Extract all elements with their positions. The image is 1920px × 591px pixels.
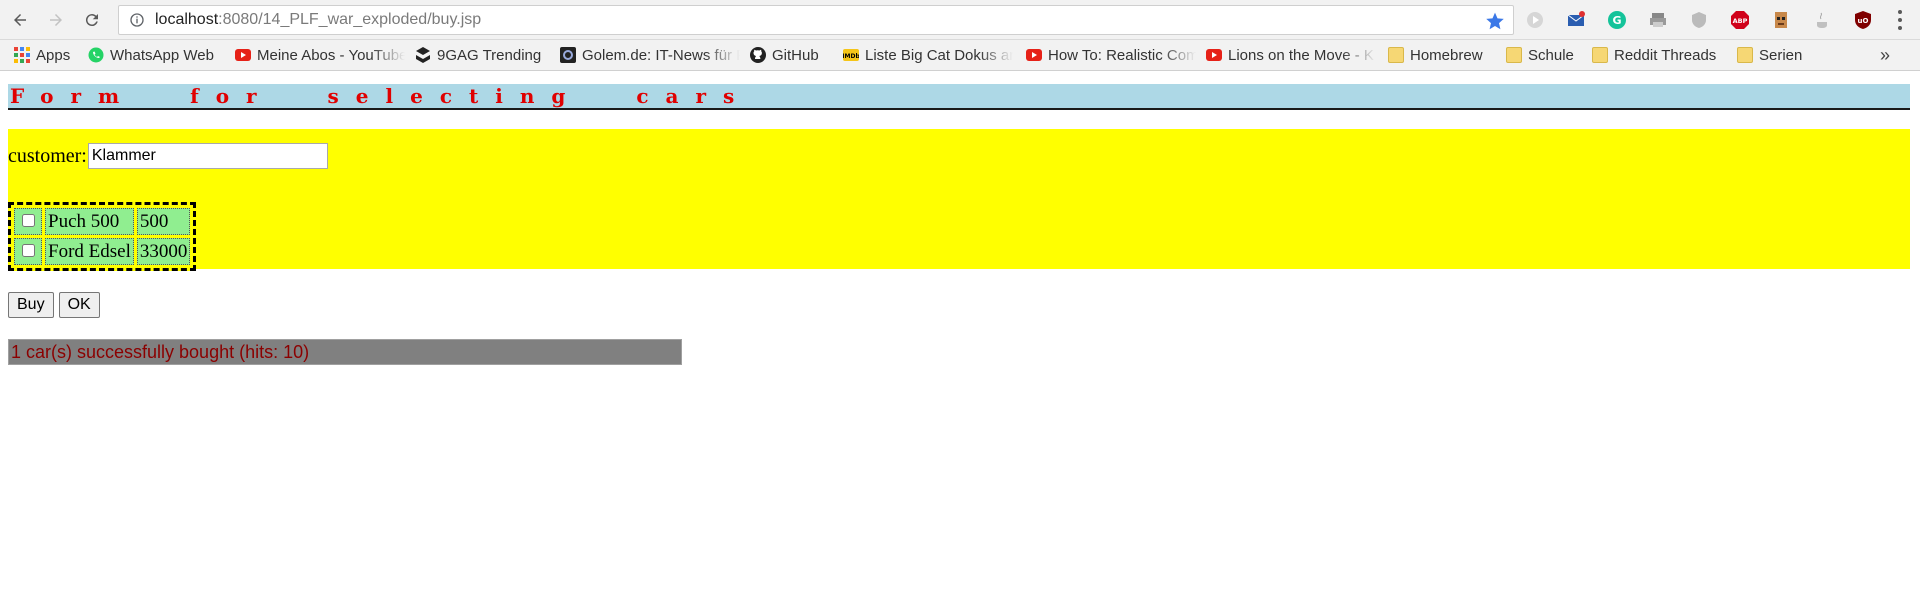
browser-toolbar: localhost:8080/14_PLF_war_exploded/buy.j… bbox=[0, 0, 1920, 40]
youtube-icon bbox=[235, 49, 251, 61]
bookmark-golem[interactable]: Golem.de: IT-News für Profis bbox=[560, 47, 740, 64]
bookmark-lions-on-the-move[interactable]: Lions on the Move - K bbox=[1206, 47, 1376, 64]
car-price-cell: 500 bbox=[136, 208, 191, 235]
car-price-cell: 33000 bbox=[136, 238, 191, 265]
back-button[interactable] bbox=[4, 4, 36, 36]
github-icon bbox=[750, 47, 766, 63]
buy-button[interactable]: Buy bbox=[8, 292, 54, 318]
grammarly-icon[interactable]: G bbox=[1606, 9, 1628, 31]
shield-extension-icon[interactable] bbox=[1688, 9, 1710, 31]
golem-icon bbox=[560, 47, 576, 63]
reload-button[interactable] bbox=[76, 4, 108, 36]
forward-button[interactable] bbox=[40, 4, 72, 36]
apps-grid-icon bbox=[14, 47, 30, 63]
browser-menu-icon[interactable] bbox=[1897, 9, 1903, 30]
printer-extension-icon[interactable] bbox=[1647, 9, 1669, 31]
car-form: customer: Puch 500 500 Ford Edsel 33000 bbox=[8, 129, 1910, 271]
java-extension-icon[interactable] bbox=[1811, 9, 1833, 31]
svg-text:uO: uO bbox=[1858, 17, 1869, 25]
extensions-area: G ABP uO bbox=[1524, 9, 1903, 31]
reload-icon bbox=[85, 13, 98, 26]
svg-text:ABP: ABP bbox=[1733, 17, 1748, 25]
back-arrow-icon bbox=[14, 13, 26, 26]
checkbox-cell bbox=[14, 208, 42, 235]
page-heading: Form for selecting cars bbox=[10, 84, 752, 108]
forward-arrow-icon bbox=[50, 13, 62, 26]
car-checkbox-ford-edsel[interactable] bbox=[21, 243, 35, 257]
svg-text:G: G bbox=[1612, 14, 1621, 27]
url-host: localhost bbox=[155, 10, 219, 28]
svg-text:IMDb: IMDb bbox=[843, 53, 859, 60]
button-row: Buy OK bbox=[8, 292, 105, 318]
character-extension-icon[interactable] bbox=[1770, 9, 1792, 31]
bookmark-whatsapp[interactable]: WhatsApp Web bbox=[88, 47, 225, 64]
bookmark-big-cat-dokus[interactable]: IMDb Liste Big Cat Dokus an bbox=[843, 47, 1013, 64]
address-bar[interactable]: localhost:8080/14_PLF_war_exploded/buy.j… bbox=[118, 4, 1514, 35]
car-name-cell: Puch 500 bbox=[45, 208, 134, 235]
bookmarks-bar: Apps WhatsApp Web Meine Abos - YouTube 9… bbox=[0, 40, 1920, 71]
youtube-icon bbox=[1206, 49, 1222, 61]
bookmark-youtube-abos[interactable]: Meine Abos - YouTube bbox=[235, 47, 405, 64]
folder-icon bbox=[1737, 47, 1753, 63]
bookmark-how-to-realistic[interactable]: How To: Realistic Com bbox=[1026, 47, 1196, 64]
customer-input[interactable] bbox=[87, 143, 328, 169]
car-checkbox-puch-500[interactable] bbox=[21, 213, 35, 227]
car-table: Puch 500 500 Ford Edsel 33000 bbox=[8, 202, 197, 271]
bookmark-folder-serien[interactable]: Serien bbox=[1737, 47, 1809, 64]
url-path: :8080/14_PLF_war_exploded/buy.jsp bbox=[218, 10, 482, 28]
car-name-cell: Ford Edsel bbox=[45, 238, 134, 265]
folder-icon bbox=[1388, 47, 1404, 63]
table-row: Puch 500 500 bbox=[14, 208, 191, 235]
checkbox-cell bbox=[14, 238, 42, 265]
heading-bar: Form for selecting cars bbox=[8, 84, 1910, 110]
adblock-plus-icon[interactable]: ABP bbox=[1729, 9, 1751, 31]
bookmark-9gag[interactable]: 9GAG Trending bbox=[415, 47, 545, 64]
bookmark-folder-schule[interactable]: Schule bbox=[1506, 47, 1582, 64]
bookmark-apps[interactable]: Apps bbox=[14, 47, 78, 64]
youtube-icon bbox=[1026, 49, 1042, 61]
bookmark-github[interactable]: GitHub bbox=[750, 47, 830, 64]
bookmark-folder-reddit-threads[interactable]: Reddit Threads bbox=[1592, 47, 1727, 64]
table-row: Ford Edsel 33000 bbox=[14, 238, 191, 265]
9gag-icon bbox=[416, 47, 430, 63]
mail-extension-icon[interactable] bbox=[1565, 9, 1587, 31]
info-icon[interactable] bbox=[129, 12, 145, 28]
folder-icon bbox=[1592, 47, 1608, 63]
customer-row: customer: bbox=[8, 143, 328, 169]
bookmark-star-icon[interactable] bbox=[1485, 11, 1505, 31]
play-extension-icon[interactable] bbox=[1524, 9, 1546, 31]
bookmark-folder-homebrew[interactable]: Homebrew bbox=[1388, 47, 1496, 64]
status-message: 1 car(s) successfully bought (hits: 10) bbox=[8, 339, 682, 365]
customer-label: customer: bbox=[8, 144, 87, 167]
bookmarks-overflow-button[interactable]: » bbox=[1880, 45, 1890, 66]
imdb-icon: IMDb bbox=[843, 49, 859, 61]
whatsapp-icon bbox=[88, 47, 104, 63]
folder-icon bbox=[1506, 47, 1522, 63]
ok-button[interactable]: OK bbox=[58, 292, 100, 318]
ublock-origin-icon[interactable]: uO bbox=[1852, 9, 1874, 31]
